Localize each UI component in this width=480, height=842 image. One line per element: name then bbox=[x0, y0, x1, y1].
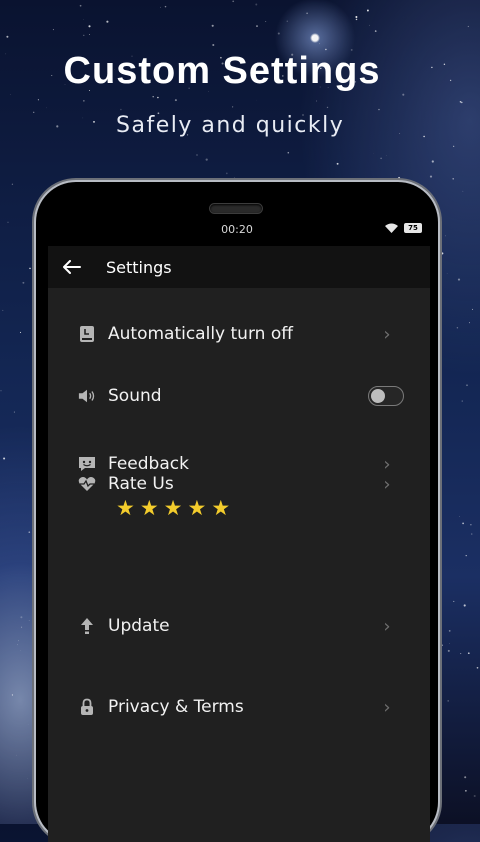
setting-label: Automatically turn off bbox=[108, 324, 380, 344]
setting-update[interactable]: Update › bbox=[48, 612, 430, 640]
heart-pulse-icon bbox=[78, 475, 96, 493]
toggle-knob bbox=[371, 389, 385, 403]
speaker-icon bbox=[78, 387, 96, 405]
wifi-icon bbox=[385, 223, 398, 233]
setting-privacy-terms[interactable]: Privacy & Terms › bbox=[48, 693, 430, 721]
arrow-left-icon bbox=[63, 260, 81, 274]
setting-label: Rate Us bbox=[108, 474, 380, 494]
chevron-right-icon: › bbox=[380, 616, 394, 637]
chevron-right-icon: › bbox=[380, 697, 394, 718]
page-title: Settings bbox=[106, 258, 172, 277]
setting-sound[interactable]: Sound bbox=[48, 382, 430, 410]
setting-auto-off[interactable]: Automatically turn off › bbox=[48, 320, 430, 348]
star-icon[interactable]: ★ bbox=[187, 497, 206, 519]
back-button[interactable] bbox=[48, 246, 96, 288]
setting-label: Update bbox=[108, 616, 380, 636]
setting-label: Privacy & Terms bbox=[108, 697, 380, 717]
star-icon[interactable]: ★ bbox=[140, 497, 159, 519]
timer-icon bbox=[78, 325, 96, 343]
setting-label: Sound bbox=[108, 386, 368, 406]
status-time: 00:20 bbox=[36, 223, 438, 236]
setting-rate-us[interactable]: Rate Us › bbox=[48, 470, 430, 498]
status-icons: 75 bbox=[385, 223, 422, 233]
star-icon[interactable]: ★ bbox=[211, 497, 230, 519]
upload-arrow-icon bbox=[78, 617, 96, 635]
lock-icon bbox=[78, 698, 96, 716]
chevron-right-icon: › bbox=[380, 474, 394, 495]
phone-speaker bbox=[210, 204, 262, 213]
star-rating[interactable]: ★ ★ ★ ★ ★ bbox=[116, 497, 230, 519]
battery-indicator: 75 bbox=[404, 223, 422, 233]
app-bar: Settings bbox=[48, 246, 430, 288]
chevron-right-icon: › bbox=[380, 324, 394, 345]
promo-subtitle: Safely and quickly bbox=[116, 113, 344, 138]
phone-frame: 00:20 75 Settings Automatica bbox=[36, 182, 438, 842]
sound-toggle[interactable] bbox=[368, 386, 404, 406]
settings-screen: Settings Automatically turn off › bbox=[48, 246, 430, 842]
star-icon[interactable]: ★ bbox=[116, 497, 135, 519]
promo-title: Custom Settings bbox=[0, 50, 480, 93]
star-icon[interactable]: ★ bbox=[164, 497, 183, 519]
